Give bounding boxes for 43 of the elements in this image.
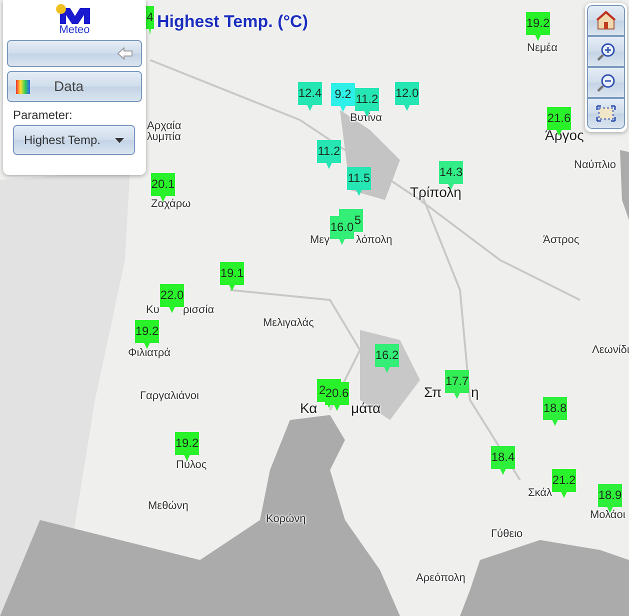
- back-button[interactable]: [7, 40, 142, 68]
- place-label: Νεμέα: [527, 43, 558, 54]
- color-scale-icon: [16, 80, 30, 94]
- full-extent-icon: [595, 103, 617, 124]
- place-label: Φιλιατρά: [128, 348, 170, 359]
- place-label: Μεγ: [310, 235, 330, 246]
- zoom-in-button[interactable]: [587, 36, 625, 67]
- place-label: Μεθώνη: [148, 501, 188, 512]
- zoom-out-button[interactable]: [587, 67, 625, 98]
- place-label: Μολάοι: [590, 510, 626, 521]
- zoom-out-icon: [595, 72, 617, 93]
- place-label: η: [471, 385, 479, 399]
- zoom-in-icon: [595, 41, 617, 62]
- place-label: Ζαχάρω: [151, 199, 191, 210]
- place-label: λόπολη: [356, 235, 392, 246]
- caret-icon: [115, 138, 124, 143]
- data-button[interactable]: Data: [7, 71, 142, 102]
- place-label: Μελιγαλάς: [263, 318, 314, 329]
- place-label: Κορώνη: [266, 514, 306, 525]
- place-label: Σπ: [424, 385, 442, 399]
- full-extent-button[interactable]: [587, 98, 625, 129]
- place-label: Γαργαλιάνοι: [140, 391, 199, 402]
- home-icon: [595, 10, 617, 31]
- place-label: ρισσία: [183, 305, 214, 316]
- place-label: Άστρος: [543, 235, 580, 246]
- place-label: Κυ: [146, 305, 160, 316]
- parameter-select[interactable]: Highest Temp.: [13, 125, 135, 156]
- place-label: Ναύπλιο: [574, 160, 616, 171]
- place-label: μάτα: [351, 401, 381, 415]
- parameter-label: Parameter:: [13, 107, 74, 124]
- arrow-left-icon: [117, 47, 133, 60]
- place-label: Γύθειο: [491, 529, 523, 540]
- place-label: Αρχαία: [147, 121, 182, 132]
- logo-text: Meteo: [59, 24, 90, 36]
- place-label: Λεωνίδι: [592, 345, 629, 356]
- map-title: Highest Temp. (°C): [157, 11, 308, 33]
- place-label: Σκάλ: [528, 488, 552, 499]
- temperature-marker[interactable]: 19.2: [175, 432, 199, 461]
- place-label: Αρεόπολη: [416, 573, 466, 584]
- place-label: Πύλος: [176, 460, 207, 471]
- home-button[interactable]: [587, 5, 625, 36]
- place-label: Κα: [300, 401, 318, 415]
- place-label: λυμπία: [147, 132, 181, 143]
